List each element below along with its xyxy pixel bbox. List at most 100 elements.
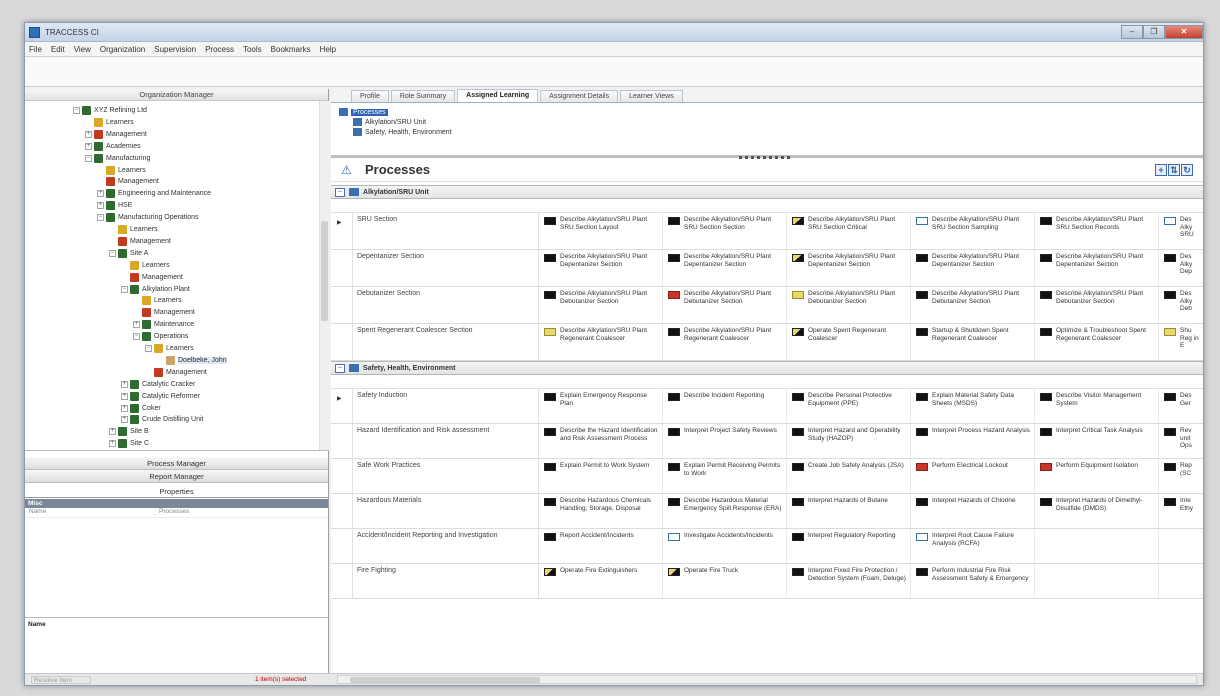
tree-node[interactable]: + Site B [109, 426, 149, 437]
process-cell[interactable]: Interpret Regulatory Reporting [787, 529, 911, 563]
maximize-button[interactable]: ❐ [1143, 25, 1165, 39]
process-cell[interactable]: Interpret Hazards of Dimethyl-Disulfide … [1035, 494, 1159, 528]
process-cell[interactable]: Explain Material Safety Data Sheets (MSD… [911, 389, 1035, 423]
process-tree-item[interactable]: Safety, Health, Environment [339, 127, 1195, 137]
process-cell[interactable]: Describe Alkylation/SRU Plant SRU Sectio… [787, 213, 911, 249]
tree-scrollbar[interactable] [319, 101, 329, 450]
grid-horizontal-scrollbar[interactable] [337, 675, 1197, 684]
process-cell[interactable]: Explain Permit to Work System [539, 459, 663, 493]
collapse-icon[interactable]: − [121, 285, 128, 293]
tree-node[interactable]: − Manufacturing [85, 153, 150, 164]
table-row[interactable]: Debutanizer Section Describe Alkylation/S… [331, 287, 1203, 324]
props-row-name[interactable]: Name Processes [25, 508, 328, 518]
process-cell[interactable]: Interpret Hazard and Operability Study (… [787, 424, 911, 458]
process-cell[interactable]: Describe Alkylation/SRU Plant Depentaniz… [539, 250, 663, 286]
tree-node[interactable]: + Crude Distilling Unit [121, 414, 203, 425]
process-cell[interactable]: Describe Alkylation/SRU Plant SRU Sectio… [663, 213, 787, 249]
process-cell[interactable]: Investigate Accidents/Incidents [663, 529, 787, 563]
expand-icon[interactable]: + [109, 428, 116, 436]
process-cell[interactable]: Describe Alkylation/SRU Plant Regenerant… [539, 324, 663, 360]
process-cell[interactable]: Operate Spent Regenerant Coalescer [787, 324, 911, 360]
process-cell[interactable]: Optimize & Troubleshoot Spent Regenerant… [1035, 324, 1159, 360]
collapse-icon[interactable]: − [85, 154, 92, 162]
tab-assigned-learning[interactable]: Assigned Learning [457, 89, 539, 102]
tree-node[interactable]: + Catalytic Reformer [121, 391, 200, 402]
process-cell[interactable]: Describe Alkylation/SRU Plant Debutanize… [911, 287, 1035, 323]
expand-icon[interactable]: + [97, 190, 104, 198]
collapse-icon[interactable]: − [133, 333, 140, 341]
process-cell[interactable]: Shu Reg in E [1159, 324, 1203, 360]
tree-node[interactable]: Learners [85, 117, 134, 128]
collapse-icon[interactable]: − [335, 187, 345, 197]
process-cell[interactable]: Des Ger [1159, 389, 1203, 423]
process-cell[interactable]: Describe Alkylation/SRU Plant Debutanize… [787, 287, 911, 323]
process-cell[interactable]: Inte Ethy [1159, 494, 1203, 528]
process-cell[interactable]: Operate Fire Extinguishers [539, 564, 663, 598]
tree-node[interactable]: − Alkylation Plant [121, 284, 190, 295]
tab-profile[interactable]: Profile [351, 90, 389, 102]
tree-node[interactable]: Learners [121, 260, 170, 271]
process-cell[interactable]: Describe Alkylation/SRU Plant Depentaniz… [663, 250, 787, 286]
tree-node[interactable]: Learners [97, 165, 146, 176]
table-row[interactable]: Safe Work Practices Explain Permit to Wor… [331, 459, 1203, 494]
process-cell[interactable]: Des Alky SRU [1159, 213, 1203, 249]
tree-node[interactable]: − Site A [109, 248, 148, 259]
tree-scroll-thumb[interactable] [321, 221, 328, 321]
splitter-grip[interactable] [739, 156, 793, 159]
menu-organization[interactable]: Organization [100, 45, 145, 54]
add-button[interactable]: + [1155, 163, 1167, 176]
process-cell[interactable]: Des Alky Deb [1159, 287, 1203, 323]
tab-role-summary[interactable]: Role Summary [390, 90, 456, 102]
menu-help[interactable]: Help [320, 45, 336, 54]
sort-button[interactable]: ⇅ [1168, 163, 1180, 176]
process-cell[interactable]: Interpret Hazards of Butane [787, 494, 911, 528]
process-cell[interactable]: Startup & Shutdown Spent Regenerant Coal… [911, 324, 1035, 360]
collapse-icon[interactable]: − [109, 249, 116, 257]
table-row[interactable]: Accident/Incident Reporting and Investig… [331, 529, 1203, 564]
process-cell[interactable]: Describe Hazardous Material Emergency Sp… [663, 494, 787, 528]
process-cell[interactable]: Operate Fire Truck [663, 564, 787, 598]
process-cell[interactable]: Perform Equipment Isolation [1035, 459, 1159, 493]
process-cell[interactable]: Describe Alkylation/SRU Plant Debutanize… [663, 287, 787, 323]
process-cell[interactable]: Interpret Critical Task Analysis [1035, 424, 1159, 458]
table-row[interactable]: ▶ Safety Induction Explain Emergency Respo… [331, 389, 1203, 424]
process-cell[interactable]: Describe Alkylation/SRU Plant Depentaniz… [787, 250, 911, 286]
process-manager-bar[interactable]: Process Manager [25, 457, 328, 470]
process-cell[interactable]: Interpret Project Safety Reviews [663, 424, 787, 458]
menu-bookmarks[interactable]: Bookmarks [271, 45, 311, 54]
tree-node[interactable]: Management [145, 367, 207, 378]
process-cell[interactable]: Describe Alkylation/SRU Plant SRU Sectio… [539, 213, 663, 249]
menu-file[interactable]: File [29, 45, 42, 54]
group-row[interactable]: − Safety, Health, Environment [331, 361, 1203, 375]
refresh-button[interactable]: ↻ [1181, 163, 1193, 176]
process-cell[interactable]: Describe Alkylation/SRU Plant SRU Sectio… [911, 213, 1035, 249]
expand-icon[interactable]: + [121, 380, 128, 388]
expand-icon[interactable]: + [121, 392, 128, 400]
tree-node[interactable]: Management [109, 236, 171, 247]
props-section-misc[interactable]: Misc [25, 499, 328, 508]
process-cell[interactable]: Create Job Safety Analysis (JSA) [787, 459, 911, 493]
process-cell[interactable]: Rev unit Ops [1159, 424, 1203, 458]
menu-edit[interactable]: Edit [51, 45, 65, 54]
process-cell[interactable]: Explain Permit Receiving Permits to Work [663, 459, 787, 493]
expand-icon[interactable]: + [121, 404, 128, 412]
tree-node[interactable]: Management [97, 176, 159, 187]
expand-icon[interactable]: + [121, 416, 128, 424]
expand-icon[interactable]: + [85, 142, 92, 150]
table-row[interactable]: ▶ SRU Section Describe Alkylation/SRU Plan… [331, 213, 1203, 250]
process-cell[interactable]: Describe Alkylation/SRU Plant Depentaniz… [911, 250, 1035, 286]
process-cell[interactable]: Describe Alkylation/SRU Plant SRU Sectio… [1035, 213, 1159, 249]
minimize-button[interactable]: – [1121, 25, 1143, 39]
collapse-icon[interactable]: − [97, 214, 104, 222]
tree-node[interactable]: Learners [133, 295, 182, 306]
tree-node[interactable]: Learners [109, 224, 158, 235]
menu-supervision[interactable]: Supervision [154, 45, 196, 54]
process-cell[interactable]: Interpret Root Cause Failure Analysis (R… [911, 529, 1035, 563]
h-scroll-thumb[interactable] [350, 677, 540, 683]
process-cell[interactable]: Describe Personal Protective Equipment (… [787, 389, 911, 423]
tree-node[interactable]: + Maintenance [133, 319, 194, 330]
table-row[interactable]: Hazard Identification and Risk assessmen… [331, 424, 1203, 459]
tree-node[interactable]: + Engineering and Maintenance [97, 188, 211, 199]
tree-node[interactable]: Management [121, 272, 183, 283]
tree-node[interactable]: Doelbeke, John [157, 355, 227, 366]
